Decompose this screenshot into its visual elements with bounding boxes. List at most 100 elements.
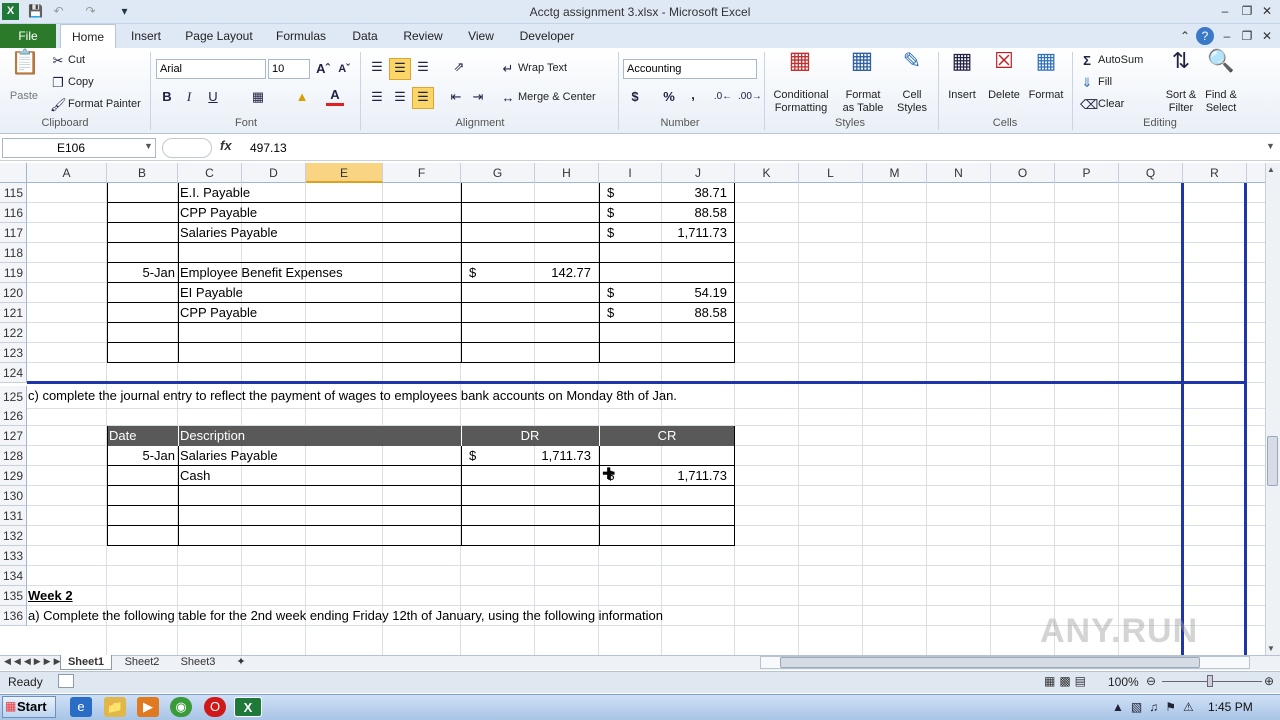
comma-style-button[interactable]: , <box>684 86 702 104</box>
orientation-icon[interactable]: ⇗ <box>448 58 470 76</box>
header-debit[interactable]: DR <box>461 426 599 446</box>
row-header-131[interactable]: 131 <box>0 506 27 526</box>
align-right-icon[interactable]: ☰ <box>412 87 434 109</box>
workbook-restore-icon[interactable]: ❐ <box>1238 27 1256 45</box>
underline-icon[interactable]: U <box>204 88 222 106</box>
middle-align-icon[interactable]: ☰ <box>389 58 411 80</box>
cell-date[interactable]: 5-Jan <box>108 263 175 283</box>
cell-currency-symbol[interactable]: $ <box>607 203 619 223</box>
wrap-text-button[interactable]: Wrap Text <box>518 62 567 74</box>
excel-taskbar-icon[interactable]: X <box>234 697 262 717</box>
horizontal-scroll-thumb[interactable] <box>780 657 1200 668</box>
sheet-nav-icons[interactable]: ◀◀◀▶▶▶ <box>4 656 64 667</box>
column-header-m[interactable]: M <box>863 163 927 183</box>
column-header-q[interactable]: Q <box>1119 163 1183 183</box>
tab-file[interactable]: File <box>0 24 56 48</box>
merge-center-button[interactable]: Merge & Center <box>518 91 596 103</box>
header-description[interactable]: Description <box>180 426 450 446</box>
column-header-n[interactable]: N <box>927 163 991 183</box>
cell-description[interactable]: Cash <box>180 466 450 486</box>
row-header-118[interactable]: 118 <box>0 243 27 263</box>
paste-button[interactable]: Paste <box>6 90 42 103</box>
zoom-in-icon[interactable]: ⊕ <box>1264 674 1274 688</box>
column-header-p[interactable]: P <box>1055 163 1119 183</box>
decrease-decimal-icon[interactable]: .00→ <box>738 88 762 106</box>
cell-currency-symbol[interactable]: $ <box>469 446 481 466</box>
zoom-level[interactable]: 100% <box>1108 675 1139 689</box>
scroll-down-icon[interactable]: ▼ <box>1267 644 1275 653</box>
tab-page-layout[interactable]: Page Layout <box>180 24 258 48</box>
help-icon[interactable]: ? <box>1196 27 1214 45</box>
column-header-l[interactable]: L <box>799 163 863 183</box>
sheet-tab-1[interactable]: Sheet1 <box>60 655 112 670</box>
column-header-h[interactable]: H <box>535 163 599 183</box>
row-header-135[interactable]: 135 <box>0 586 27 606</box>
row-header-116[interactable]: 116 <box>0 203 27 223</box>
font-color-icon[interactable]: A <box>326 86 344 106</box>
row-header-123[interactable]: 123 <box>0 343 27 363</box>
delete-cells-button[interactable]: Delete <box>984 89 1024 102</box>
clear-button[interactable]: Clear <box>1098 98 1124 110</box>
copy-button[interactable]: Copy <box>68 76 94 88</box>
borders-icon[interactable]: ▦ <box>248 88 268 106</box>
fill-color-icon[interactable]: ▲ <box>292 88 312 106</box>
minimize-icon[interactable]: – <box>1216 2 1234 20</box>
delete-cells-icon[interactable]: ☒ <box>988 50 1020 84</box>
column-header-d[interactable]: D <box>242 163 306 183</box>
vertical-scroll-thumb[interactable] <box>1267 436 1278 486</box>
fill-button[interactable]: Fill <box>1098 76 1112 88</box>
format-cells-icon[interactable]: ▦ <box>1030 50 1062 84</box>
opera-icon[interactable]: O <box>204 697 226 717</box>
insert-cells-icon[interactable]: ▦ <box>946 50 978 84</box>
zoom-slider-thumb[interactable] <box>1207 675 1213 687</box>
tab-developer[interactable]: Developer <box>514 24 580 48</box>
macro-record-icon[interactable] <box>58 674 74 688</box>
tab-home[interactable]: Home <box>60 24 116 49</box>
column-header-f[interactable]: F <box>383 163 461 183</box>
media-player-icon[interactable]: ▶ <box>137 697 159 717</box>
ie-icon[interactable]: e <box>70 697 92 717</box>
cell-description[interactable]: E.I. Payable <box>180 183 450 203</box>
column-header-i[interactable]: I <box>599 163 662 183</box>
insert-sheet-icon[interactable]: ✦ <box>230 655 252 670</box>
header-date[interactable]: Date <box>109 426 169 446</box>
cell-credit-amount[interactable]: 88.58 <box>620 303 727 323</box>
column-header-o[interactable]: O <box>991 163 1055 183</box>
row-header-134[interactable]: 134 <box>0 566 27 586</box>
restore-icon[interactable]: ❐ <box>1238 2 1256 20</box>
explorer-icon[interactable]: 📁 <box>104 697 126 717</box>
view-buttons-icon[interactable]: ▦▩▤ <box>1044 674 1090 688</box>
cell-currency-symbol[interactable]: $ <box>607 303 619 323</box>
tab-formulas[interactable]: Formulas <box>270 24 332 48</box>
cell-debit-amount[interactable]: 142.77 <box>482 263 591 283</box>
row-header-124[interactable]: 124 <box>0 363 27 383</box>
cell-description[interactable]: CPP Payable <box>180 303 450 323</box>
cell-styles-icon[interactable]: ✎ <box>896 50 928 84</box>
italic-icon[interactable]: I <box>180 88 198 106</box>
find-select-button[interactable]: Find & Select <box>1198 89 1244 115</box>
align-center-icon[interactable]: ☰ <box>389 88 411 106</box>
sheet-tab-3[interactable]: Sheet3 <box>172 655 224 670</box>
tab-review[interactable]: Review <box>398 24 448 48</box>
accounting-format-button[interactable]: $ <box>626 88 644 106</box>
cell-credit-amount[interactable]: 88.58 <box>620 203 727 223</box>
insert-cells-button[interactable]: Insert <box>942 89 982 102</box>
cut-button[interactable]: Cut <box>68 54 85 66</box>
format-as-table-icon[interactable]: ▦ <box>846 49 878 84</box>
cell-description[interactable]: Salaries Payable <box>180 223 450 243</box>
sort-filter-icon[interactable]: ⇅ <box>1166 50 1196 84</box>
top-align-icon[interactable]: ☰ <box>366 58 388 76</box>
formula-input[interactable]: 497.13 <box>250 141 287 155</box>
column-header-k[interactable]: K <box>735 163 799 183</box>
zoom-out-icon[interactable]: ⊖ <box>1146 674 1156 688</box>
name-box[interactable]: E106 <box>2 138 156 158</box>
cell-description[interactable]: EI Payable <box>180 283 450 303</box>
tray-icons[interactable]: ▲▧♫⚑⚠ <box>1112 700 1201 714</box>
cell-currency-symbol[interactable]: $ <box>607 223 619 243</box>
row-header-117[interactable]: 117 <box>0 223 27 243</box>
column-header-g[interactable]: G <box>461 163 535 183</box>
cell-credit-amount[interactable]: 54.19 <box>620 283 727 303</box>
row-header-121[interactable]: 121 <box>0 303 27 323</box>
row-header-133[interactable]: 133 <box>0 546 27 566</box>
expand-formula-bar-icon[interactable]: ▼ <box>1266 141 1275 151</box>
